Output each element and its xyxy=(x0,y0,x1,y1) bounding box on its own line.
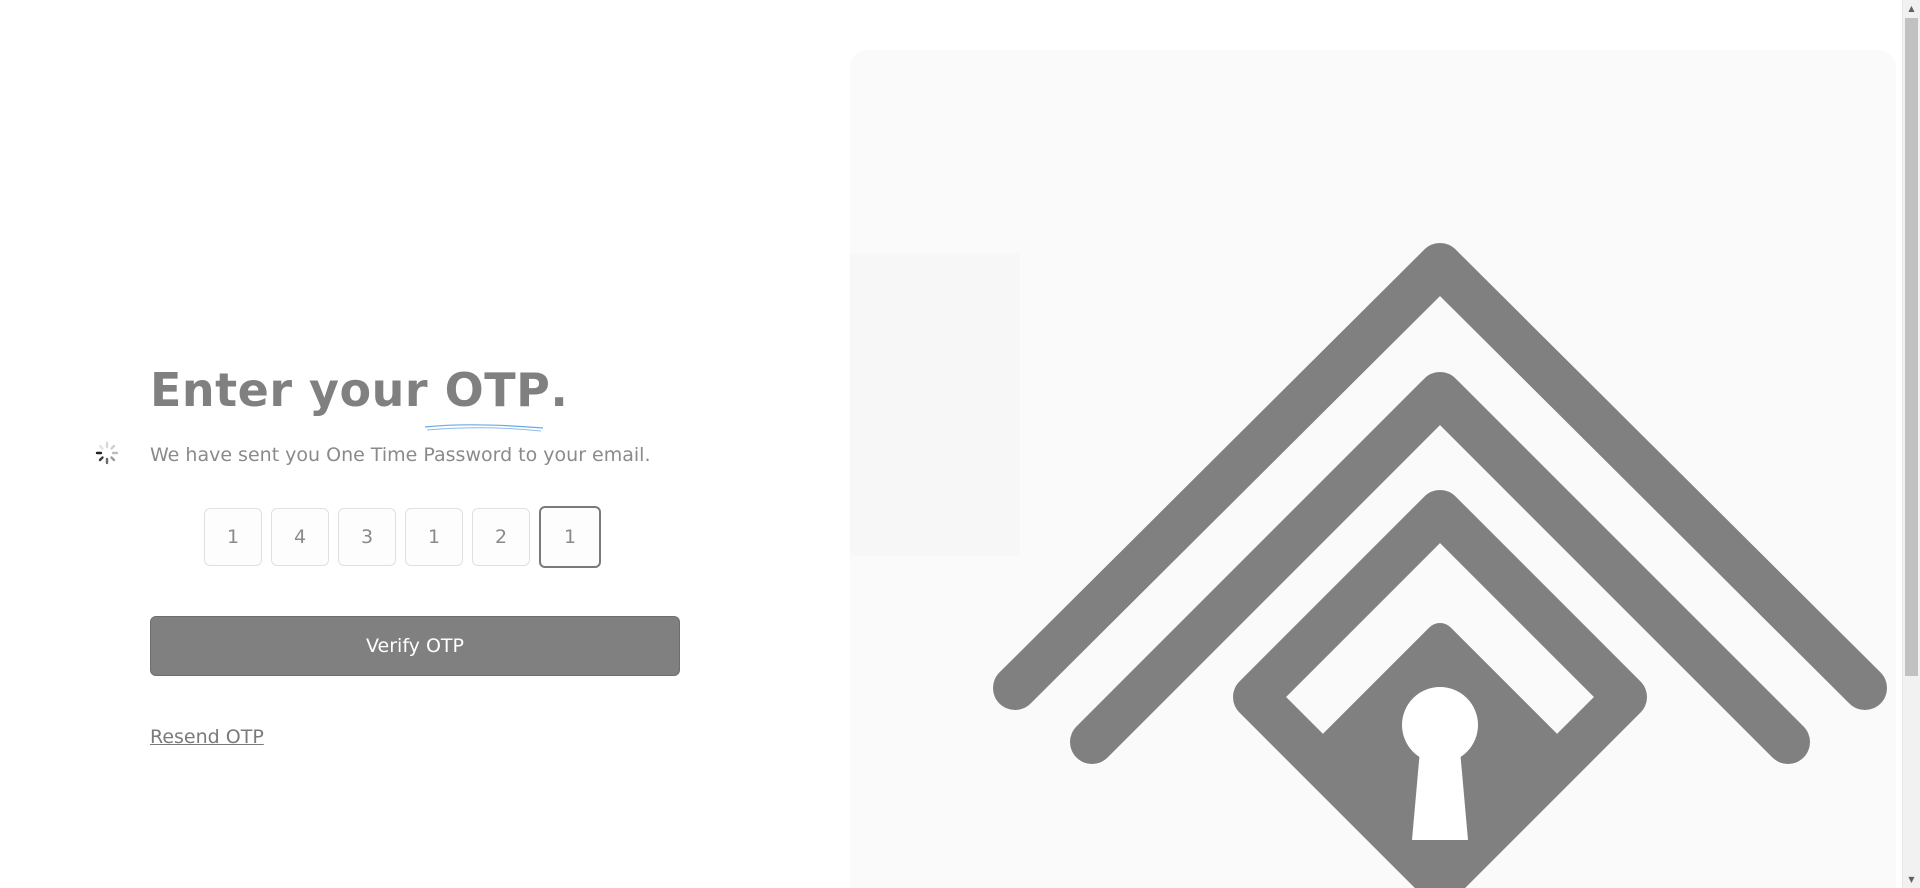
vertical-scrollbar[interactable]: ▲ ▼ xyxy=(1902,0,1920,888)
scroll-up-arrow-icon[interactable]: ▲ xyxy=(1903,0,1920,17)
otp-digit-input[interactable]: 4 xyxy=(271,508,329,566)
otp-digit-input[interactable]: 3 xyxy=(338,508,396,566)
title-underline-decoration xyxy=(424,424,543,432)
title-highlight-text: OTP xyxy=(444,363,551,417)
title-prefix: Enter your xyxy=(150,363,445,417)
scroll-down-arrow-icon[interactable]: ▼ xyxy=(1903,871,1920,888)
verify-otp-button[interactable]: Verify OTP xyxy=(150,616,680,676)
keyhole-lock-icon xyxy=(993,243,1887,888)
otp-digit-input[interactable]: 1 xyxy=(405,508,463,566)
resend-otp-link[interactable]: Resend OTP xyxy=(150,726,264,748)
scrollbar-thumb[interactable] xyxy=(1905,18,1918,676)
otp-input-row: 143121 xyxy=(204,506,680,568)
page-title: Enter your OTP. xyxy=(150,360,680,432)
title-suffix: . xyxy=(550,363,569,417)
otp-subtitle: We have sent you One Time Password to yo… xyxy=(150,444,651,466)
otp-form: Enter your OTP. We have sent you One Tim… xyxy=(150,360,680,748)
otp-digit-input[interactable]: 1 xyxy=(204,508,262,566)
otp-digit-input[interactable]: 2 xyxy=(472,508,530,566)
title-highlight: OTP xyxy=(424,360,551,432)
otp-digit-input[interactable]: 1 xyxy=(539,506,601,568)
otp-page: Enter your OTP. We have sent you One Tim… xyxy=(0,0,1920,888)
loading-spinner-icon xyxy=(95,441,119,465)
